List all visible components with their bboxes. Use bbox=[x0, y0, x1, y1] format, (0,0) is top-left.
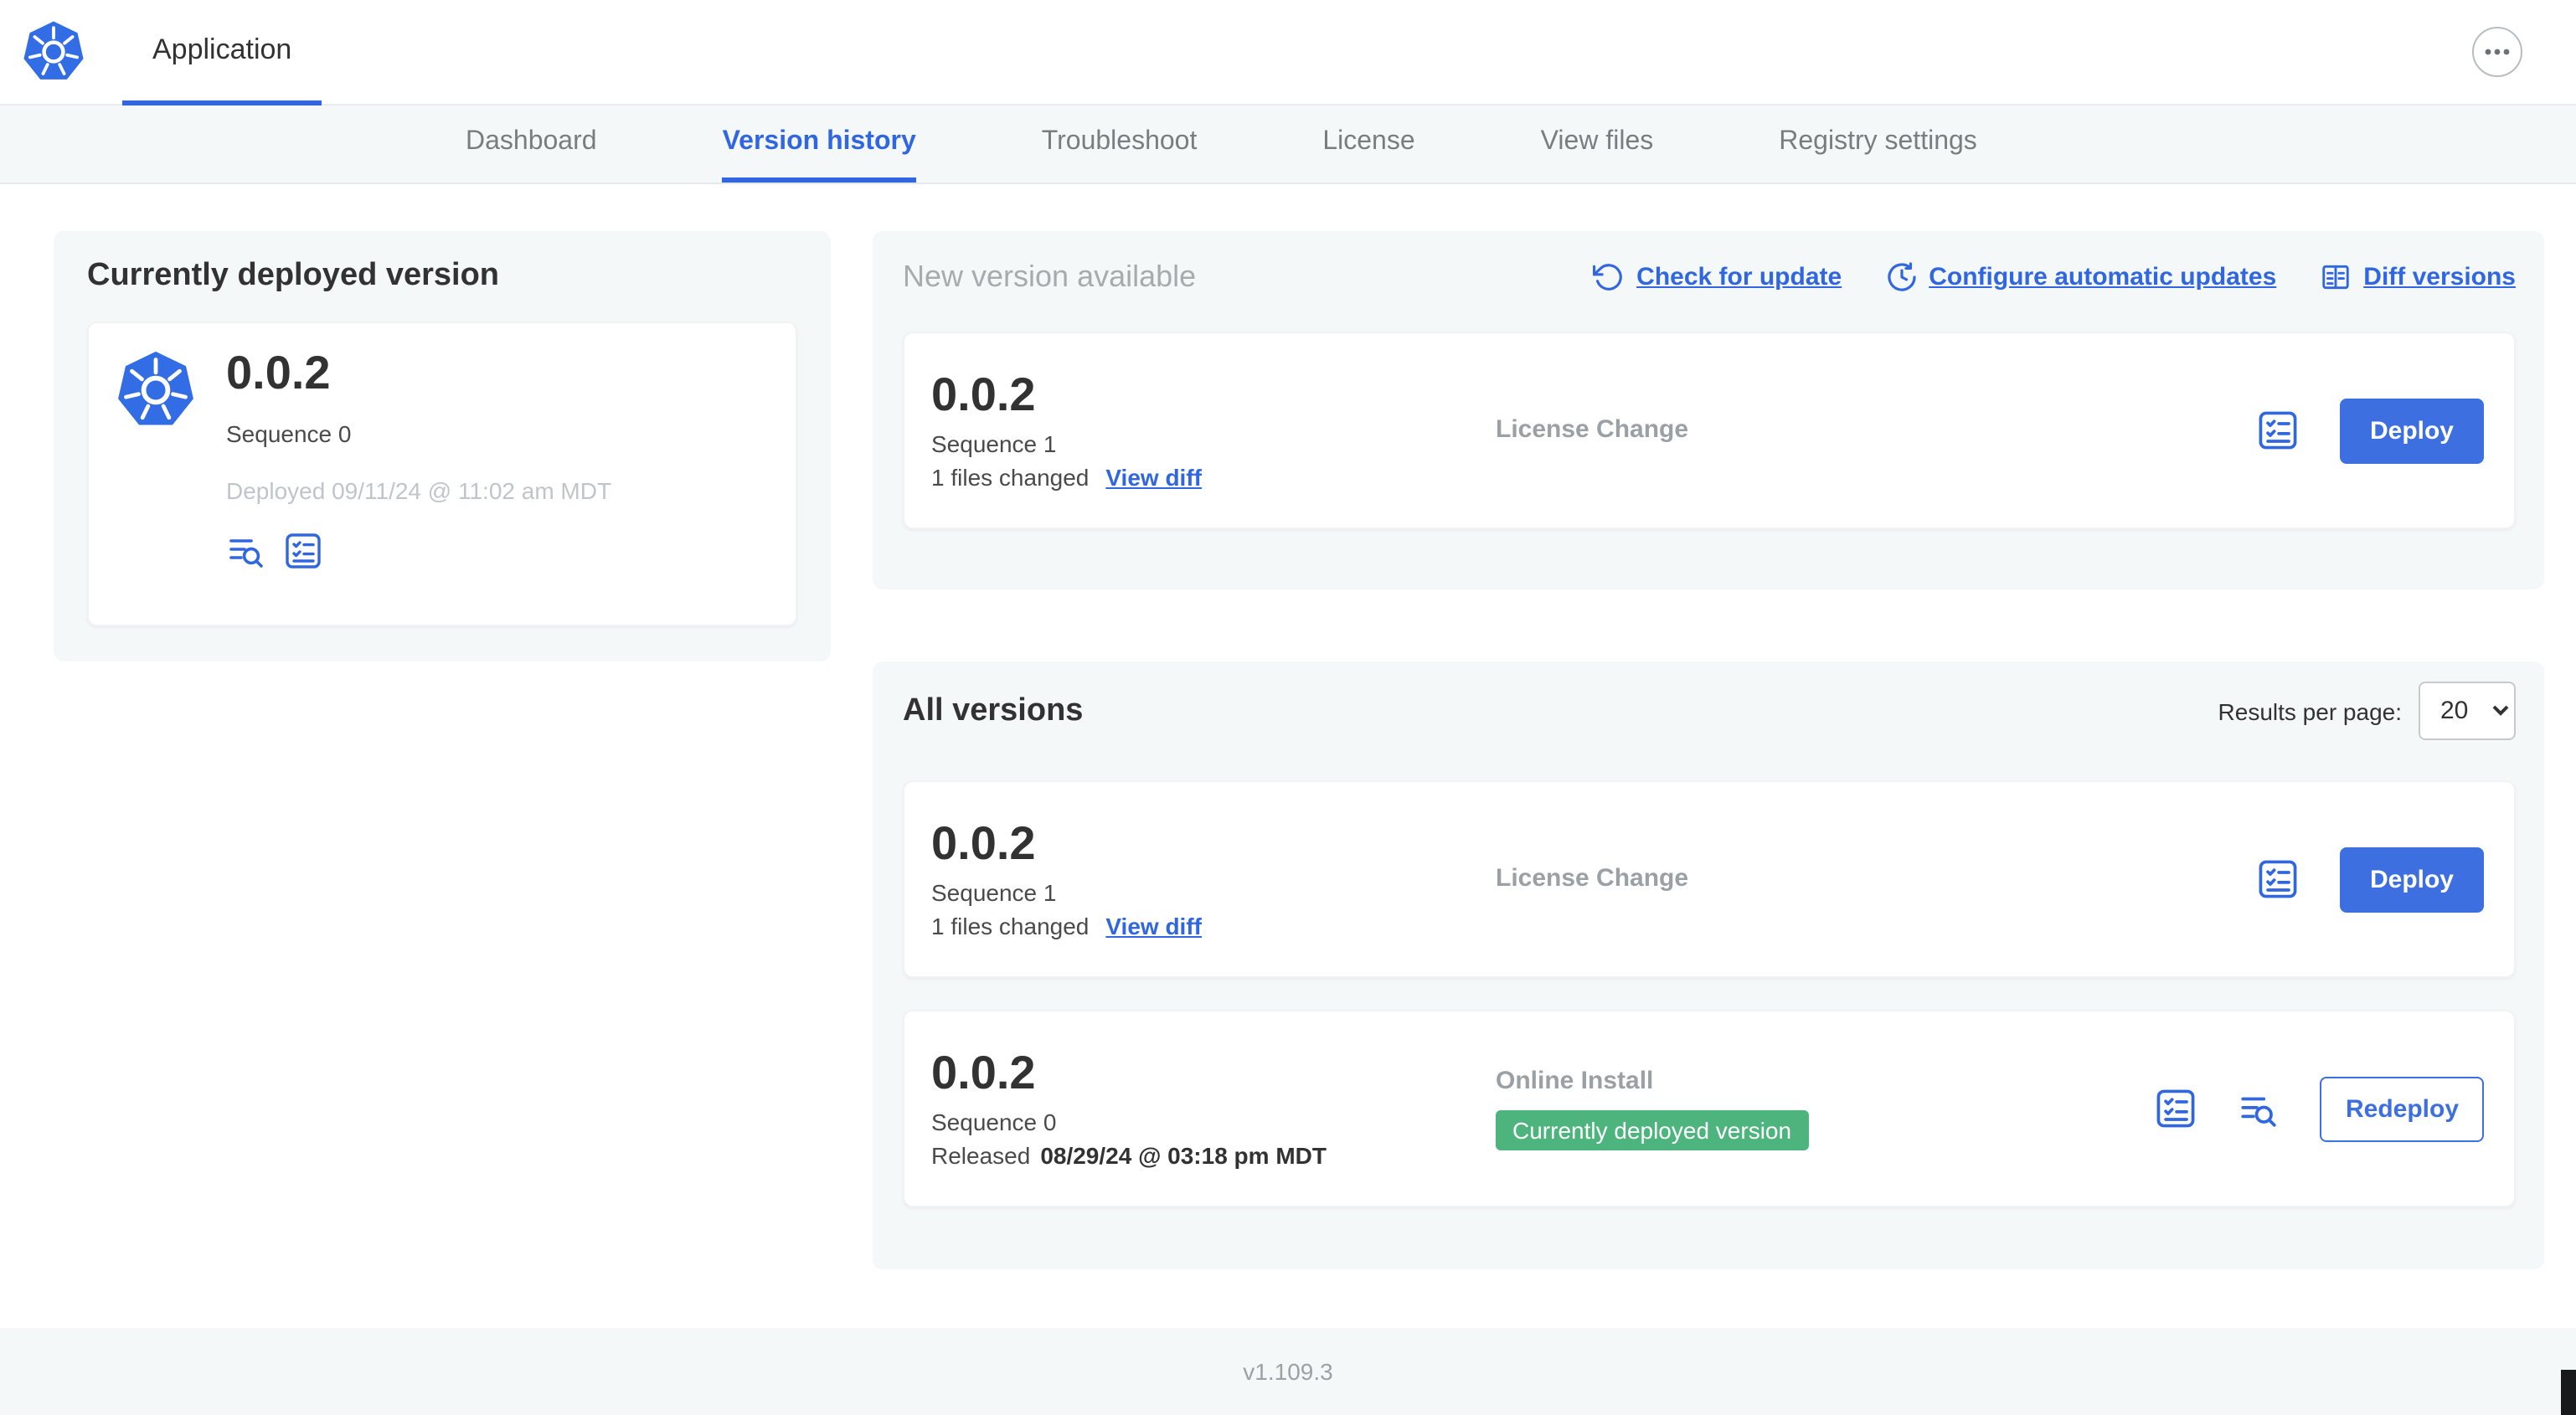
view-diff-link[interactable]: View diff bbox=[1105, 465, 1202, 491]
deployed-sequence: Sequence 0 bbox=[226, 420, 352, 448]
sub-navigation: Dashboard Version history Troubleshoot L… bbox=[0, 105, 2576, 184]
redeploy-button[interactable]: Redeploy bbox=[2320, 1076, 2484, 1141]
tab-application-label: Application bbox=[152, 33, 292, 64]
currently-deployed-badge: Currently deployed version bbox=[1496, 1110, 1809, 1150]
view-diff-link[interactable]: View diff bbox=[1105, 913, 1202, 940]
new-version-title: New version available bbox=[903, 259, 1197, 292]
tab-dashboard[interactable]: Dashboard bbox=[466, 105, 597, 183]
diff-versions-label: Diff versions bbox=[2363, 262, 2516, 291]
release-notes-icon[interactable] bbox=[2256, 857, 2300, 901]
kubernetes-logo-icon bbox=[22, 20, 85, 84]
tab-registry-settings[interactable]: Registry settings bbox=[1779, 105, 1977, 183]
version-sequence: Sequence 1 bbox=[931, 879, 1057, 907]
tab-dashboard-label: Dashboard bbox=[466, 126, 597, 155]
ellipsis-icon bbox=[2484, 49, 2511, 55]
change-type-label: Online Install bbox=[1496, 1067, 1654, 1095]
configure-automatic-updates-link[interactable]: Configure automatic updates bbox=[1885, 260, 2276, 292]
version-info: 0.0.2 Sequence 1 1 files changed View di… bbox=[931, 368, 1496, 491]
currently-deployed-title: Currently deployed version bbox=[87, 258, 500, 293]
tab-view-files-label: View files bbox=[1540, 126, 1654, 155]
update-links: Check for update Configure automatic upd… bbox=[1593, 260, 2516, 292]
tab-troubleshoot-label: Troubleshoot bbox=[1041, 126, 1198, 155]
check-for-update-link[interactable]: Check for update bbox=[1593, 260, 1842, 292]
new-version-panel: New version available Check for update C… bbox=[873, 231, 2544, 589]
released-date: 08/29/24 @ 03:18 pm MDT bbox=[1040, 1142, 1327, 1170]
view-logs-icon[interactable] bbox=[2239, 1088, 2280, 1129]
console-version: v1.109.3 bbox=[1243, 1358, 1333, 1385]
tab-troubleshoot[interactable]: Troubleshoot bbox=[1042, 105, 1198, 183]
new-version-row: 0.0.2 Sequence 1 1 files changed View di… bbox=[903, 332, 2516, 529]
tab-application[interactable]: Application bbox=[122, 0, 322, 105]
version-number: 0.0.2 bbox=[931, 816, 1036, 869]
tab-version-history-label: Version history bbox=[722, 126, 916, 155]
tab-license-label: License bbox=[1322, 126, 1415, 155]
release-notes-icon[interactable] bbox=[283, 531, 323, 571]
overflow-menu-button[interactable] bbox=[2472, 27, 2522, 77]
deployed-version-card: 0.0.2 Sequence 0 Deployed 09/11/24 @ 11:… bbox=[87, 322, 797, 626]
new-version-header: New version available Check for update C… bbox=[903, 255, 2516, 298]
version-sequence: Sequence 0 bbox=[931, 1109, 1057, 1136]
version-info: 0.0.2 Sequence 1 1 files changed View di… bbox=[931, 816, 1496, 940]
deployed-version-info: 0.0.2 Sequence 0 Deployed 09/11/24 @ 11:… bbox=[226, 347, 611, 601]
currently-deployed-panel: Currently deployed version 0.0.2 Sequenc… bbox=[54, 231, 831, 661]
files-changed-text: 1 files changed bbox=[931, 464, 1090, 491]
top-bar: Application bbox=[0, 0, 2576, 105]
clock-refresh-icon bbox=[1885, 260, 1917, 292]
diff-table-icon bbox=[2320, 260, 2352, 292]
results-per-page-select[interactable]: 20 bbox=[2419, 682, 2516, 740]
tab-registry-settings-label: Registry settings bbox=[1779, 126, 1977, 155]
diff-versions-link[interactable]: Diff versions bbox=[2320, 260, 2516, 292]
version-number: 0.0.2 bbox=[931, 368, 1036, 420]
footer: v1.109.3 bbox=[0, 1328, 2576, 1415]
all-versions-panel: All versions Results per page: 20 0.0.2 … bbox=[873, 661, 2544, 1269]
version-info: 0.0.2 Sequence 0 Released 08/29/24 @ 03:… bbox=[931, 1047, 1496, 1170]
configure-automatic-updates-label: Configure automatic updates bbox=[1929, 262, 2277, 291]
deployed-version-number: 0.0.2 bbox=[226, 347, 331, 399]
results-per-page-label: Results per page: bbox=[2218, 697, 2402, 724]
view-logs-icon[interactable] bbox=[226, 531, 266, 571]
change-type-label: License Change bbox=[1496, 415, 1689, 444]
tab-version-history[interactable]: Version history bbox=[722, 105, 916, 183]
version-row: 0.0.2 Sequence 1 1 files changed View di… bbox=[903, 780, 2516, 978]
all-versions-header: All versions Results per page: 20 bbox=[903, 682, 2516, 740]
version-sequence: Sequence 1 bbox=[931, 430, 1057, 458]
rotate-ccw-icon bbox=[1593, 260, 1625, 292]
kubernetes-app-icon bbox=[116, 350, 196, 430]
version-history-page: Application Dashboard Version history Tr… bbox=[0, 0, 2576, 1415]
version-row: 0.0.2 Sequence 0 Released 08/29/24 @ 03:… bbox=[903, 1010, 2516, 1207]
version-number: 0.0.2 bbox=[931, 1046, 1036, 1099]
all-versions-title: All versions bbox=[903, 692, 1084, 728]
released-label: Released bbox=[931, 1142, 1031, 1170]
deploy-button[interactable]: Deploy bbox=[2339, 398, 2484, 463]
files-changed-text: 1 files changed bbox=[931, 913, 1090, 940]
change-type-label: License Change bbox=[1496, 864, 1689, 893]
release-notes-icon[interactable] bbox=[2155, 1087, 2198, 1130]
deployed-timestamp: Deployed 09/11/24 @ 11:02 am MDT bbox=[226, 477, 612, 505]
deploy-button[interactable]: Deploy bbox=[2339, 846, 2484, 912]
release-notes-icon[interactable] bbox=[2256, 409, 2300, 452]
deployed-card-actions bbox=[226, 531, 611, 571]
tab-view-files[interactable]: View files bbox=[1541, 105, 1654, 183]
scrollbar-thumb[interactable] bbox=[2561, 1370, 2576, 1415]
check-for-update-label: Check for update bbox=[1636, 262, 1842, 291]
tab-license[interactable]: License bbox=[1322, 105, 1414, 183]
